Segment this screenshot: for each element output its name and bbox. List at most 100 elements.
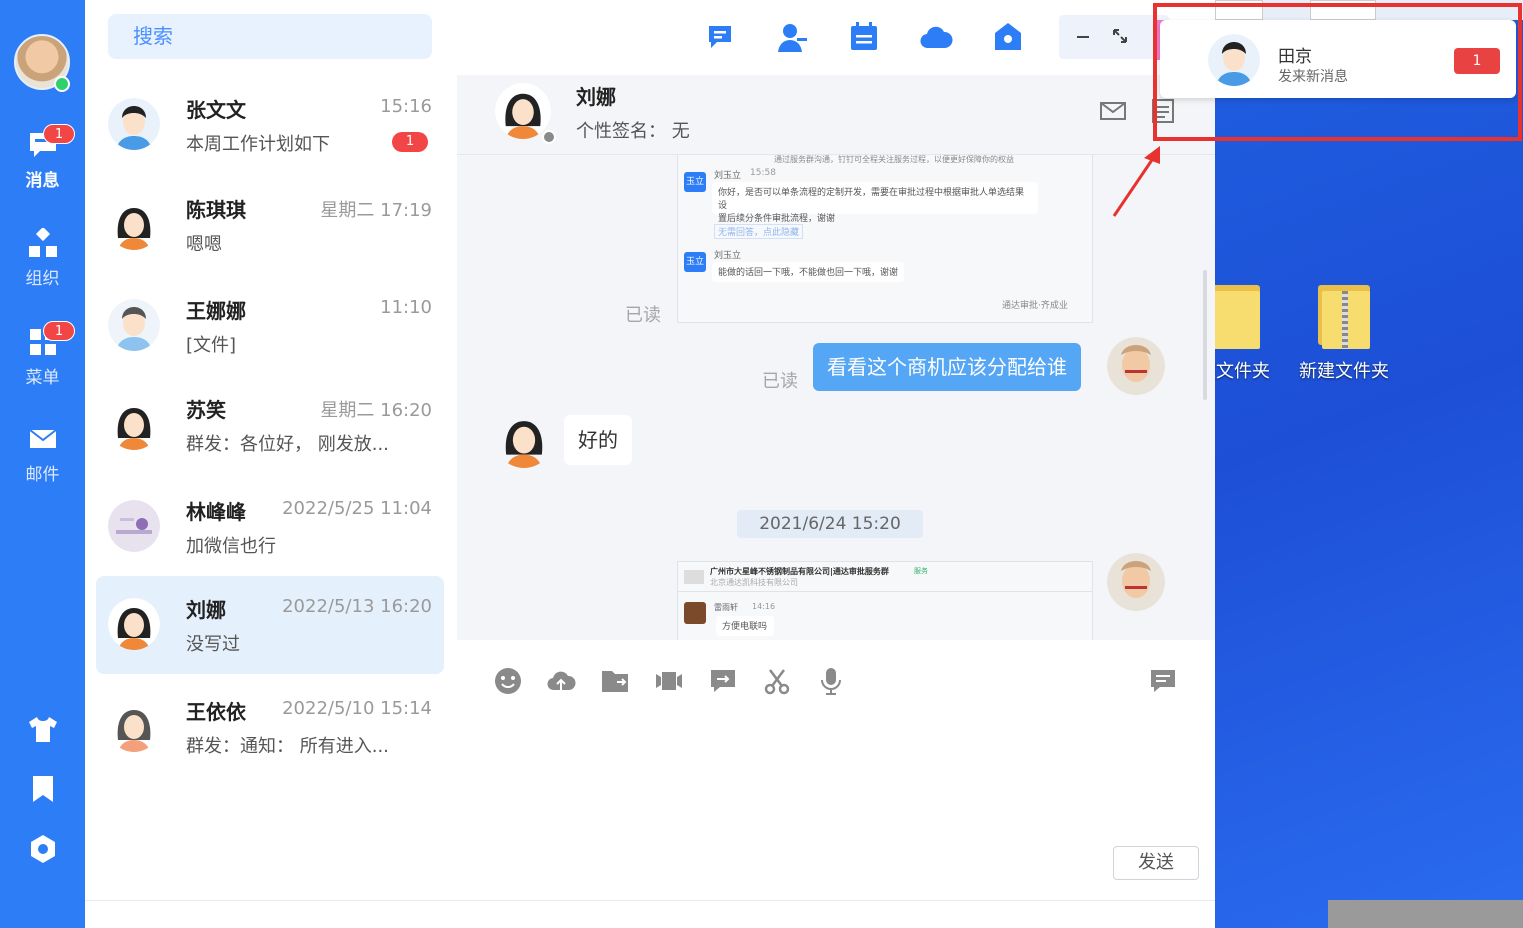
screenshot-scissors-icon[interactable] [762,666,792,696]
send-mail-icon[interactable] [1099,99,1127,123]
partner-avatar-small [495,410,553,468]
share-message-icon[interactable] [708,666,738,696]
contact-name: 林峰峰 [186,500,246,524]
shot-footer: 通达审批·齐成业 [1002,301,1068,311]
contacts-tab-icon[interactable] [775,20,809,54]
message-image-screenshot[interactable]: 通过服务群沟通，钉钉可全程关注服务过程，以便更好保障你的权益 玉立 刘玉立 15… [677,155,1093,323]
shot2-group-avatar [684,570,704,584]
shot-line-3: 能做的话回一下哦，不能做也回一下哦，谢谢 [712,262,904,282]
upload-cloud-icon[interactable] [546,666,576,696]
chat-header: 刘娜 个性签名： 无 [457,75,1215,155]
contact-last-message: 群发：各位好， 刚发放... [186,434,389,455]
nav-item-organization[interactable]: 组织 [0,226,85,289]
conversation-item[interactable]: 王依依 2022/5/10 15:14 群发：通知： 所有进入... [96,678,444,776]
chat-partner-avatar[interactable] [495,83,551,139]
contact-time: 2022/5/25 11:04 [282,498,432,519]
annotation-arrow-icon [1112,146,1160,217]
conversation-item[interactable]: 苏笑 星期二 16:20 群发：各位好， 刚发放... [96,376,444,474]
shot-sender-avatar-2: 玉立 [684,252,706,272]
messages-tab-icon[interactable] [703,20,737,54]
shirt-icon [28,714,58,744]
conversation-item[interactable]: 林峰峰 2022/5/25 11:04 加微信也行 [96,478,444,576]
shot2-sender-avatar [684,602,706,624]
contact-last-message: 本周工作计划如下 [186,134,330,155]
shot-header: 通过服务群沟通，钉钉可全程关注服务过程，以便更好保障你的权益 [774,155,1014,164]
chat-partner-name: 刘娜 [576,85,616,109]
contact-avatar [108,700,160,752]
nav-theme-button[interactable] [0,714,85,750]
settings-hex-icon [28,834,58,864]
nav-item-mail[interactable]: 邮件 [0,424,85,485]
contact-time: 11:10 [380,297,432,318]
date-divider: 2021/6/24 15:20 [737,510,923,538]
nav-menu-badge: 1 [43,321,75,341]
conversation-item-selected[interactable]: 刘娜 2022/5/13 16:20 没写过 [96,576,444,674]
partner-message-bubble[interactable]: 好的 [564,415,632,465]
my-message-bubble[interactable]: 看看这个商机应该分配给谁 [813,343,1081,391]
contact-avatar [108,598,160,650]
nav-favorites-button[interactable] [0,774,85,810]
nav-item-menu[interactable]: 1 菜单 [0,321,85,388]
contact-last-message: [文件] [186,335,237,356]
conversation-item[interactable]: 陈琪琪 星期二 17:19 嗯嗯 [96,176,444,274]
shot-line-2: 置后续分条件审批流程，谢谢 [718,214,836,224]
emoji-icon[interactable] [493,666,523,696]
contact-last-message: 嗯嗯 [186,234,222,255]
conversation-list: 搜索 张文文 15:16 本周工作计划如下 1 陈琪琪 星期二 17:19 嗯嗯… [85,0,457,900]
bookmark-icon [28,774,58,804]
contact-avatar [108,299,160,351]
desktop-taskbar-fragment [1328,900,1523,928]
contact-name: 张文文 [186,98,246,122]
desktop-folder-2[interactable]: 新建文件夹 [1289,285,1399,383]
offline-status-dot [542,130,556,144]
chat-panel: 刘娜 个性签名： 无 通过服务群沟通，钉钉可全程关注服务过程，以便更好保障你的权… [457,0,1215,900]
message-scrollbar[interactable] [1203,270,1207,400]
contact-time: 2022/5/10 15:14 [282,698,432,719]
message-input-area[interactable]: 发送 [457,640,1215,900]
nav-item-label: 消息 [25,171,60,191]
maximize-icon[interactable] [1111,27,1129,45]
quick-reply-icon[interactable] [1148,666,1178,696]
shot-sender-avatar: 玉立 [684,172,706,192]
contact-avatar [108,398,160,450]
calendar-tab-icon[interactable] [847,20,881,54]
message-image-screenshot-2[interactable]: 广州市大星峰不锈钢制品有限公司|通达审批服务群 服务 北京通达凯科技有限公司 雷… [677,561,1093,640]
minimize-icon[interactable] [1075,29,1091,45]
contact-last-message: 群发：通知： 所有进入... [186,736,389,757]
mail-icon [28,424,58,454]
zip-folder-icon [1318,285,1370,349]
nav-item-label: 组织 [25,269,60,289]
send-button[interactable]: 发送 [1113,846,1199,880]
search-input[interactable]: 搜索 [108,14,432,59]
cloud-tab-icon[interactable] [919,20,953,54]
contact-avatar [108,98,160,150]
read-receipt: 已读 [762,371,798,392]
org-icon [28,226,58,258]
nav-settings-button[interactable] [0,834,85,870]
chat-partner-signature: 个性签名： 无 [576,121,690,142]
contact-time: 星期二 17:19 [320,200,432,221]
nav-item-label: 邮件 [25,465,60,485]
my-avatar-small [1107,553,1165,611]
home-tab-icon[interactable] [991,20,1025,54]
top-toolbar [457,0,1215,75]
shot-sender: 刘玉立 [714,171,742,181]
contact-avatar [108,500,160,552]
nav-item-messages[interactable]: 1 消息 [0,124,85,191]
unread-badge: 1 [392,132,428,152]
contact-name: 刘娜 [186,598,226,622]
shot-time: 15:58 [750,168,776,178]
contact-time: 2022/5/13 16:20 [282,596,432,617]
contact-name: 苏笑 [186,398,226,422]
conversation-item[interactable]: 张文文 15:16 本周工作计划如下 1 [96,76,444,174]
screen-record-icon[interactable] [654,666,684,696]
contact-time: 15:16 [380,96,432,117]
shot2-company: 北京通达凯科技有限公司 [710,578,798,587]
conversation-item[interactable]: 王娜娜 11:10 [文件] [96,277,444,375]
shot2-line: 方便电联吗 [716,616,774,636]
microphone-icon[interactable] [816,666,846,696]
highlight-box [1153,3,1522,141]
shot2-time: 14:16 [752,602,776,611]
send-folder-icon[interactable] [600,666,630,696]
shot2-group-name: 广州市大星峰不锈钢制品有限公司|通达审批服务群 [710,567,889,576]
